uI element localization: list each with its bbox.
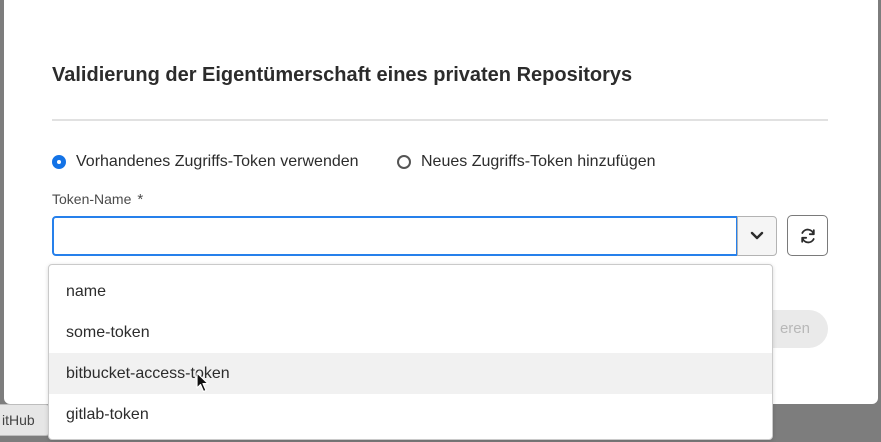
required-marker: * xyxy=(137,191,144,208)
title-divider xyxy=(52,119,828,121)
radio-new-token-indicator[interactable] xyxy=(397,155,411,169)
refresh-icon xyxy=(800,228,815,243)
token-name-dropdown-button[interactable] xyxy=(737,216,777,256)
mouse-cursor-icon xyxy=(196,372,209,393)
radio-new-token-label: Neues Zugriffs-Token hinzufügen xyxy=(421,153,656,170)
dialog-title: Validierung der Eigentümerschaft eines p… xyxy=(52,64,633,86)
refresh-tokens-button[interactable] xyxy=(787,215,828,256)
dropdown-option[interactable]: name xyxy=(49,271,772,312)
dropdown-option[interactable]: some-token xyxy=(49,312,772,353)
token-name-combobox-input[interactable] xyxy=(52,216,738,256)
token-name-dropdown-list: name some-token bitbucket-access-token g… xyxy=(48,264,773,440)
radio-existing-token-indicator[interactable] xyxy=(52,155,66,169)
radio-existing-token[interactable]: Vorhandenes Zugriffs-Token verwenden xyxy=(52,150,359,174)
dropdown-option[interactable]: gitlab-token xyxy=(49,394,772,435)
radio-new-token[interactable]: Neues Zugriffs-Token hinzufügen xyxy=(397,150,656,174)
token-name-label: Token-Name * xyxy=(52,191,143,208)
chevron-down-icon xyxy=(750,231,764,240)
token-name-label-text: Token-Name xyxy=(52,191,132,207)
background-github-chip: itHub xyxy=(0,404,50,436)
radio-existing-token-label: Vorhandenes Zugriffs-Token verwenden xyxy=(76,153,359,170)
dropdown-option-hovered[interactable]: bitbucket-access-token xyxy=(49,353,772,394)
